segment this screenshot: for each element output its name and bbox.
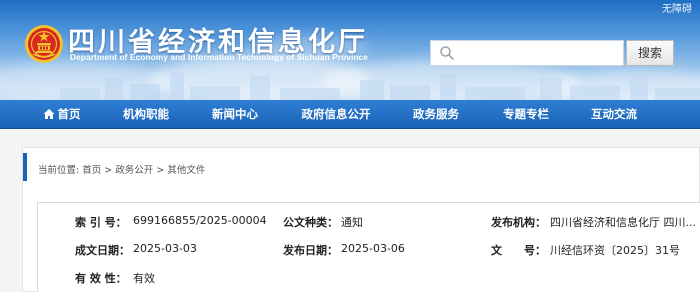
site-banner: 无障碍 四川省经济和信息化厅 Department of Economy and…	[0, 0, 700, 100]
home-icon	[43, 109, 55, 119]
validity-label: 有 效 性：	[75, 272, 127, 285]
nav-item-interaction[interactable]: 互动交流	[591, 100, 637, 129]
site-subtitle: Department of Economy and Information Te…	[70, 52, 368, 62]
doc-category-value: 通知	[341, 216, 363, 229]
accessibility-link[interactable]: 无障碍	[662, 0, 692, 15]
index-number-value: 699166855/2025-00004	[133, 214, 267, 227]
publish-date-value: 2025-03-06	[341, 242, 405, 255]
doc-category-label: 公文种类：	[283, 216, 338, 229]
written-date-label: 成文日期：	[75, 244, 130, 257]
nav-item-news[interactable]: 新闻中心	[212, 100, 258, 129]
breadcrumb-separator: >	[104, 165, 113, 176]
publisher-label: 发布机构：	[491, 216, 546, 229]
national-emblem-icon	[25, 25, 63, 63]
nav-item-label: 首页	[57, 107, 81, 121]
breadcrumb-separator: >	[156, 165, 165, 176]
breadcrumb-item-gov-affairs[interactable]: 政务公开	[115, 165, 153, 176]
main-nav: 首页 机构职能 新闻中心 政府信息公开 政务服务 专题专栏 互动交流	[0, 100, 700, 129]
nav-item-topics[interactable]: 专题专栏	[503, 100, 549, 129]
breadcrumb-accent	[23, 153, 27, 181]
content-panel: 当前位置: 首页 > 政务公开 > 其他文件 索 引 号： 699166855/…	[22, 147, 700, 292]
doc-number-value: 川经信环资〔2025〕31号	[550, 244, 680, 257]
search-icon	[440, 46, 454, 60]
breadcrumb: 当前位置: 首页 > 政务公开 > 其他文件	[38, 162, 205, 176]
validity-value: 有效	[133, 272, 155, 285]
nav-item-home[interactable]: 首页	[43, 100, 81, 129]
publisher-value: 四川省经济和信息化厅 四川...	[550, 216, 696, 229]
breadcrumb-prefix: 当前位置:	[38, 165, 80, 176]
doc-number-label: 文 号：	[491, 244, 546, 257]
nav-item-services[interactable]: 政务服务	[413, 100, 459, 129]
search-input[interactable]	[430, 40, 624, 66]
nav-item-organization[interactable]: 机构职能	[123, 100, 169, 129]
search-button[interactable]: 搜索	[626, 40, 674, 66]
index-number-label: 索 引 号：	[75, 216, 127, 229]
breadcrumb-item-home[interactable]: 首页	[82, 165, 101, 176]
written-date-value: 2025-03-03	[133, 242, 197, 255]
publish-date-label: 发布日期：	[283, 244, 338, 257]
nav-item-gov-info[interactable]: 政府信息公开	[302, 100, 371, 129]
breadcrumb-item-other-docs[interactable]: 其他文件	[167, 165, 205, 176]
city-skyline	[60, 68, 700, 100]
document-meta-table: 索 引 号： 699166855/2025-00004 公文种类： 通知 发布机…	[37, 202, 700, 292]
